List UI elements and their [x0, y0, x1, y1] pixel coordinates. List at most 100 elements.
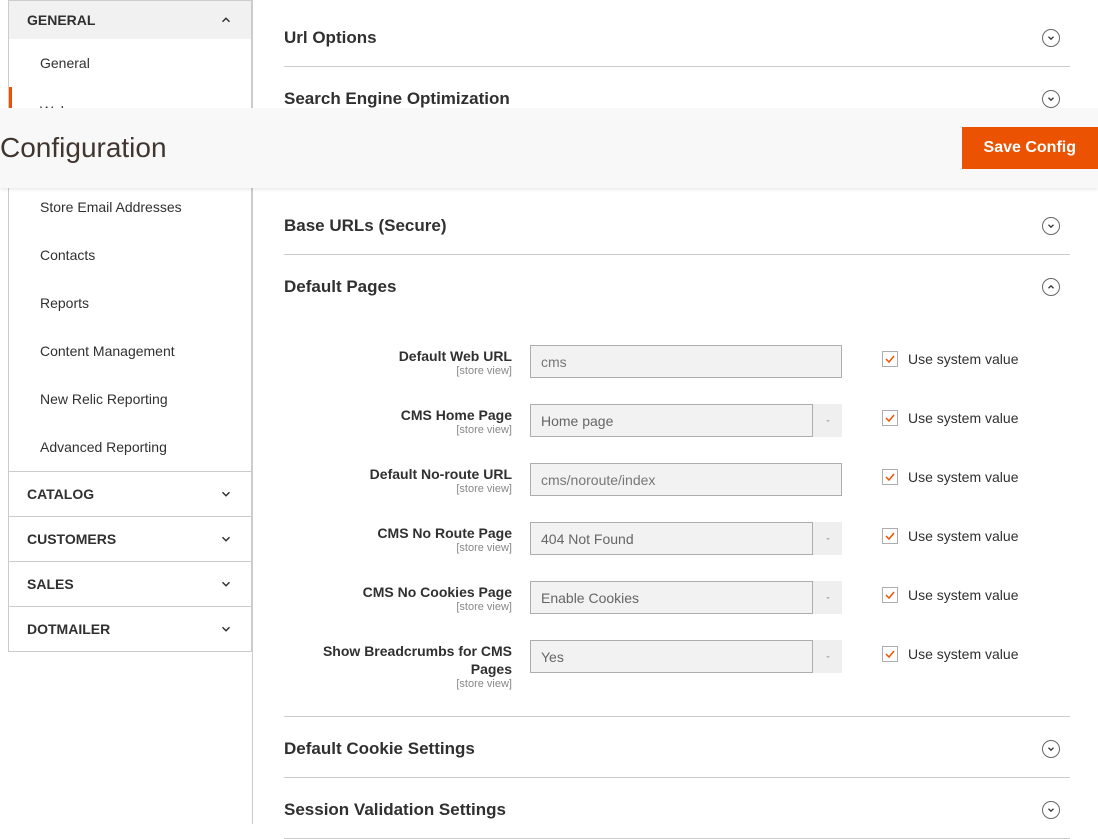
section-default-cookie-settings[interactable]: Default Cookie Settings	[284, 717, 1070, 778]
field-default-web-url: Default Web URL [store view] Use system …	[284, 345, 1070, 378]
field-label: Default No-route URL	[284, 465, 512, 483]
field-input-col: Enable Cookies	[530, 581, 842, 614]
section-title: Default Cookie Settings	[284, 739, 475, 759]
field-label-col: CMS Home Page [store view]	[284, 404, 530, 436]
section-title: Search Engine Optimization	[284, 89, 510, 109]
use-system-col: Use system value	[882, 522, 1018, 544]
sidebar-group-label: CATALOG	[27, 486, 94, 502]
cms-home-page-select[interactable]: Home page	[530, 404, 842, 437]
section-default-pages[interactable]: Default Pages	[284, 255, 1070, 315]
chevron-down-icon	[219, 577, 233, 591]
use-system-checkbox[interactable]	[882, 646, 898, 662]
field-label: CMS No Route Page	[284, 524, 512, 542]
sidebar-item-reports[interactable]: Reports	[9, 279, 251, 327]
use-system-checkbox[interactable]	[882, 528, 898, 544]
default-noroute-input[interactable]	[530, 463, 842, 496]
field-cms-home-page: CMS Home Page [store view] Home page Use…	[284, 404, 1070, 437]
field-scope: [store view]	[284, 483, 512, 495]
cms-no-cookies-page-select[interactable]: Enable Cookies	[530, 581, 842, 614]
expand-icon	[1042, 740, 1060, 758]
use-system-checkbox[interactable]	[882, 587, 898, 603]
sidebar-group-general-items: General Web Currency Setup Store Email A…	[8, 39, 252, 472]
default-web-url-input[interactable]	[530, 345, 842, 378]
dropdown-icon	[812, 581, 842, 614]
sidebar-group-label: SALES	[27, 576, 74, 592]
chevron-up-icon	[219, 13, 233, 27]
select-value: Home page	[530, 404, 842, 437]
sidebar-item-advanced-reporting[interactable]: Advanced Reporting	[9, 423, 251, 471]
section-url-options[interactable]: Url Options	[284, 0, 1070, 67]
sidebar-group-sales[interactable]: SALES	[8, 562, 252, 607]
sidebar-item-general[interactable]: General	[9, 39, 251, 87]
use-system-label[interactable]: Use system value	[908, 469, 1018, 485]
field-scope: [store view]	[284, 424, 512, 436]
field-input-col	[530, 463, 842, 496]
select-value: Yes	[530, 640, 842, 673]
field-scope: [store view]	[284, 678, 512, 690]
sidebar-item-label: Content Management	[40, 343, 175, 359]
chevron-down-icon	[219, 622, 233, 636]
use-system-col: Use system value	[882, 345, 1018, 367]
field-label-col: CMS No Route Page [store view]	[284, 522, 530, 554]
chevron-down-icon	[219, 532, 233, 546]
use-system-label[interactable]: Use system value	[908, 528, 1018, 544]
expand-icon	[1042, 801, 1060, 819]
dropdown-icon	[812, 404, 842, 437]
collapse-icon	[1042, 278, 1060, 296]
sidebar-group-label: GENERAL	[27, 12, 95, 28]
use-system-col: Use system value	[882, 640, 1018, 662]
field-cms-no-route-page: CMS No Route Page [store view] 404 Not F…	[284, 522, 1070, 555]
dropdown-icon	[812, 522, 842, 555]
sidebar-item-store-email-addresses[interactable]: Store Email Addresses	[9, 183, 251, 231]
field-input-col: Yes	[530, 640, 842, 673]
section-title: Base URLs (Secure)	[284, 216, 447, 236]
use-system-label[interactable]: Use system value	[908, 351, 1018, 367]
sidebar-item-label: Advanced Reporting	[40, 439, 167, 455]
sidebar-group-customers[interactable]: CUSTOMERS	[8, 517, 252, 562]
expand-icon	[1042, 29, 1060, 47]
select-value: Enable Cookies	[530, 581, 842, 614]
show-breadcrumbs-select[interactable]: Yes	[530, 640, 842, 673]
field-default-noroute-url: Default No-route URL [store view] Use sy…	[284, 463, 1070, 496]
save-config-button[interactable]: Save Config	[962, 127, 1098, 169]
select-value: 404 Not Found	[530, 522, 842, 555]
use-system-col: Use system value	[882, 463, 1018, 485]
use-system-label[interactable]: Use system value	[908, 410, 1018, 426]
sidebar-item-contacts[interactable]: Contacts	[9, 231, 251, 279]
sidebar-group-label: CUSTOMERS	[27, 531, 116, 547]
sidebar-item-label: Reports	[40, 295, 89, 311]
sidebar-group-dotmailer[interactable]: DOTMAILER	[8, 607, 252, 652]
chevron-down-icon	[219, 487, 233, 501]
section-title: Session Validation Settings	[284, 800, 506, 820]
field-label-col: Show Breadcrumbs for CMS Pages [store vi…	[284, 640, 530, 690]
expand-icon	[1042, 217, 1060, 235]
use-system-checkbox[interactable]	[882, 351, 898, 367]
section-title: Default Pages	[284, 277, 396, 297]
sidebar-group-general[interactable]: GENERAL	[8, 0, 252, 39]
field-scope: [store view]	[284, 365, 512, 377]
field-scope: [store view]	[284, 601, 512, 613]
use-system-label[interactable]: Use system value	[908, 646, 1018, 662]
sidebar-item-label: Contacts	[40, 247, 95, 263]
field-label: CMS No Cookies Page	[284, 583, 512, 601]
field-label-col: CMS No Cookies Page [store view]	[284, 581, 530, 613]
sidebar-item-new-relic-reporting[interactable]: New Relic Reporting	[9, 375, 251, 423]
field-label-col: Default Web URL [store view]	[284, 345, 530, 377]
section-session-validation-settings[interactable]: Session Validation Settings	[284, 778, 1070, 839]
sidebar-item-label: New Relic Reporting	[40, 391, 168, 407]
field-scope: [store view]	[284, 542, 512, 554]
sidebar-group-label: DOTMAILER	[27, 621, 110, 637]
use-system-label[interactable]: Use system value	[908, 587, 1018, 603]
section-default-pages-body: Default Web URL [store view] Use system …	[284, 315, 1070, 717]
sidebar-item-content-management[interactable]: Content Management	[9, 327, 251, 375]
dropdown-icon	[812, 640, 842, 673]
field-label: CMS Home Page	[284, 406, 512, 424]
field-label-col: Default No-route URL [store view]	[284, 463, 530, 495]
sidebar-group-catalog[interactable]: CATALOG	[8, 472, 252, 517]
field-input-col: Home page	[530, 404, 842, 437]
use-system-checkbox[interactable]	[882, 469, 898, 485]
section-base-urls-secure[interactable]: Base URLs (Secure)	[284, 194, 1070, 255]
use-system-checkbox[interactable]	[882, 410, 898, 426]
cms-no-route-page-select[interactable]: 404 Not Found	[530, 522, 842, 555]
use-system-col: Use system value	[882, 404, 1018, 426]
